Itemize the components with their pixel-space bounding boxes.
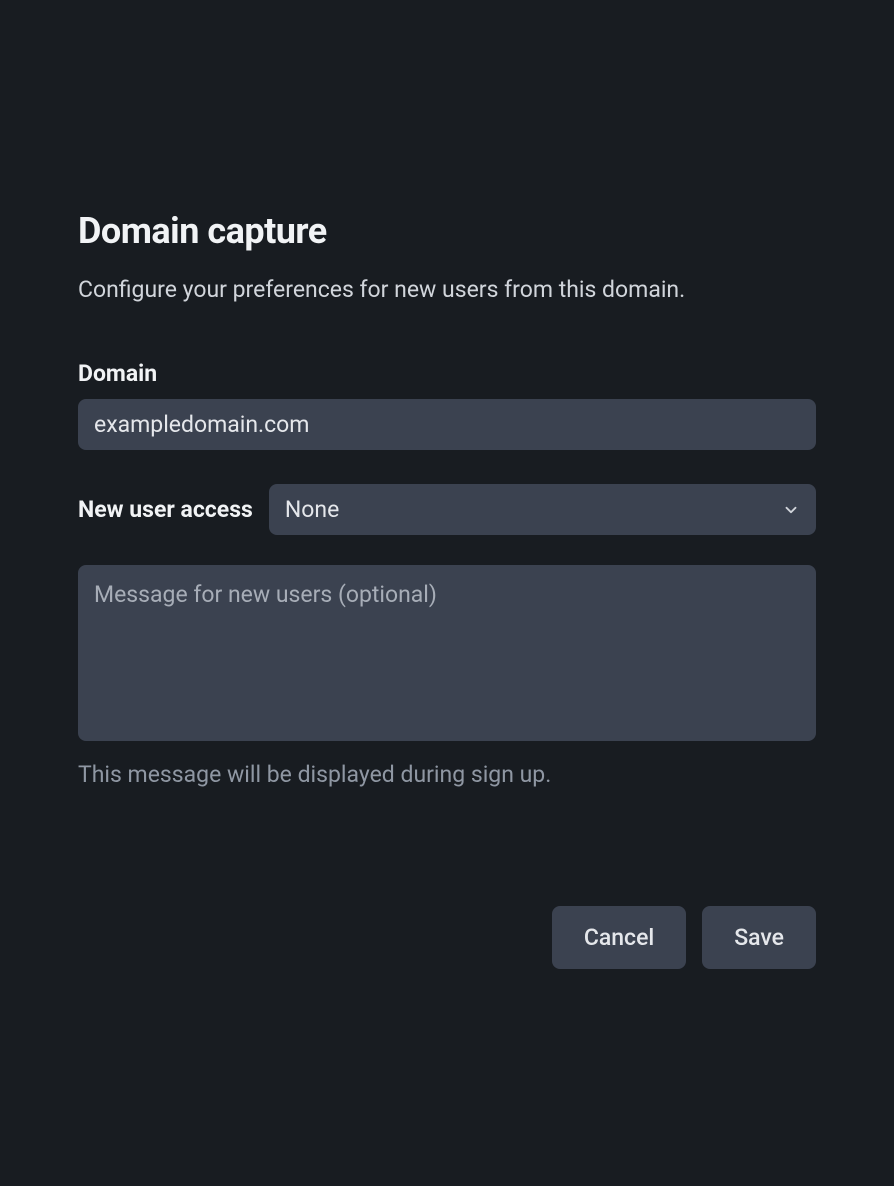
domain-field-group: Domain — [78, 360, 816, 450]
save-button[interactable]: Save — [702, 906, 816, 969]
access-label: New user access — [78, 496, 253, 523]
message-textarea[interactable] — [78, 565, 816, 741]
access-select-wrapper: None — [269, 484, 816, 535]
page-subtitle: Configure your preferences for new users… — [78, 274, 816, 306]
message-field-group: This message will be displayed during si… — [78, 565, 816, 788]
domain-label: Domain — [78, 360, 816, 387]
access-field-group: New user access None — [78, 484, 816, 535]
button-row: Cancel Save — [78, 906, 816, 969]
domain-capture-form: Domain capture Configure your preference… — [78, 210, 816, 969]
domain-input[interactable] — [78, 399, 816, 450]
message-helper-text: This message will be displayed during si… — [78, 761, 816, 788]
page-title: Domain capture — [78, 210, 816, 252]
cancel-button[interactable]: Cancel — [552, 906, 686, 969]
access-select[interactable]: None — [269, 484, 816, 535]
